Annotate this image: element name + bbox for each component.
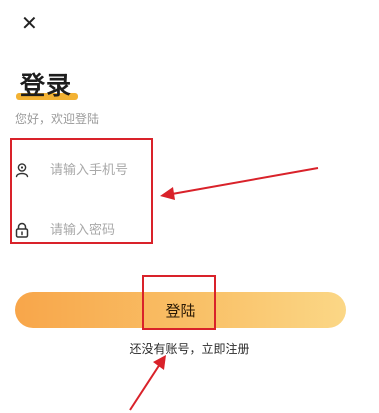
page-title: 登录	[20, 71, 73, 100]
page-subtitle: 您好，欢迎登陆	[15, 112, 100, 126]
register-link[interactable]: 还没有账号，立即注册	[0, 340, 379, 357]
annotation-box-login	[142, 275, 216, 330]
annotation-arrow-register	[129, 355, 166, 411]
annotation-box-fields	[10, 138, 153, 244]
title-block: 登录	[16, 66, 78, 102]
close-icon[interactable]: ✕	[21, 13, 41, 33]
